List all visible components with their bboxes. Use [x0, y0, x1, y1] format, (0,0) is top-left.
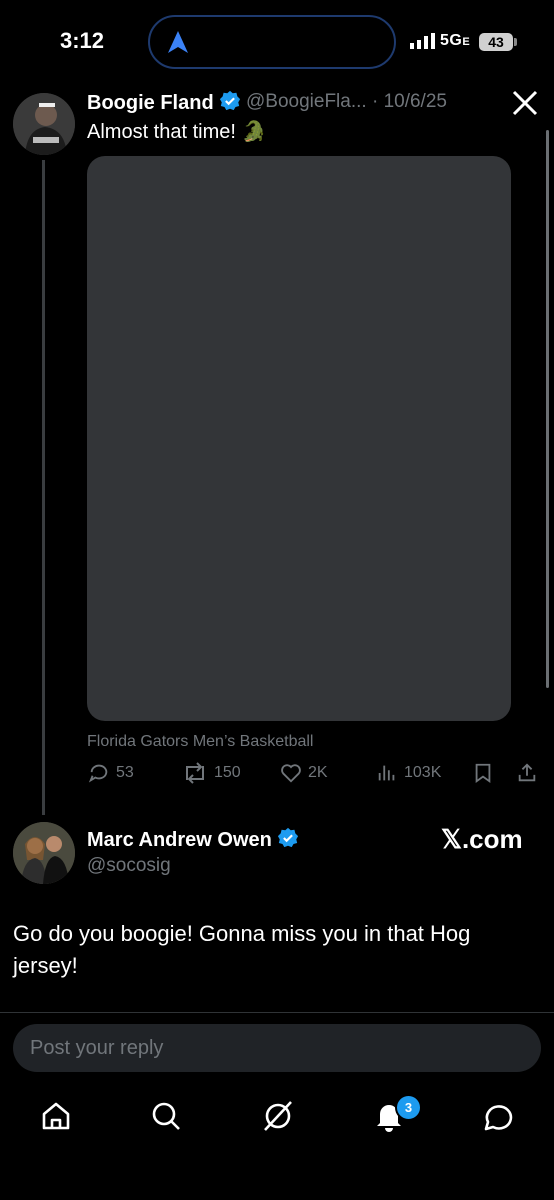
thread-line [42, 160, 45, 815]
signal-icon [410, 33, 435, 49]
reply-icon [88, 764, 108, 783]
nav-messages[interactable] [481, 1098, 517, 1134]
battery-level: 43 [479, 33, 513, 51]
share-icon[interactable] [515, 762, 539, 784]
reply-author-name[interactable]: Marc Andrew Owen [87, 827, 299, 852]
divider [0, 1012, 554, 1013]
scrollbar[interactable] [546, 130, 549, 688]
like-button[interactable]: 2K [280, 762, 328, 784]
verified-icon [219, 90, 240, 111]
author-meta: @BoogieFla... · 10/6/25 [246, 91, 447, 112]
network-type: 5GE [440, 32, 471, 49]
home-icon [42, 1102, 70, 1130]
views-button[interactable]: 103K [376, 762, 441, 784]
avatar-photo [13, 93, 75, 155]
views-icon [378, 765, 395, 781]
reply-text: Go do you boogie! Gonna miss you in that… [13, 921, 471, 978]
reply-author-handle: @socosig [87, 855, 171, 876]
dynamic-island [148, 15, 396, 69]
nav-search[interactable] [148, 1098, 184, 1134]
views-count: 103K [404, 764, 442, 781]
avatar-photo [13, 822, 75, 884]
bookmark-icon[interactable] [472, 762, 494, 784]
reply-button[interactable]: 53 [88, 762, 134, 784]
like-count: 2K [308, 764, 328, 781]
post-media[interactable] [87, 156, 511, 721]
repost-icon [186, 762, 204, 784]
navigation-arrow-icon [168, 31, 188, 53]
status-time: 3:12 [60, 28, 105, 53]
grok-icon [264, 1101, 292, 1131]
like-icon [281, 764, 301, 783]
nav-home[interactable] [38, 1098, 74, 1134]
repost-count: 150 [214, 764, 241, 781]
notification-badge: 3 [395, 1094, 422, 1121]
battery-nub [514, 38, 517, 46]
verified-icon [277, 827, 298, 848]
repost-button[interactable]: 150 [182, 762, 241, 784]
reply-input[interactable]: Post your reply [13, 1024, 541, 1072]
reply-count: 53 [116, 764, 134, 781]
messages-icon [484, 1105, 513, 1131]
author-name[interactable]: Boogie Fland [87, 90, 241, 115]
nav-grok[interactable] [260, 1098, 296, 1134]
post-text: Almost that time! 🐊 [87, 121, 267, 143]
avatar[interactable] [13, 822, 75, 884]
close-x-icon[interactable] [512, 90, 538, 116]
avatar[interactable] [13, 93, 75, 155]
search-icon [152, 1102, 180, 1130]
media-caption: Florida Gators Men’s Basketball [87, 733, 314, 750]
source-label: 𝕏.com [441, 824, 523, 854]
